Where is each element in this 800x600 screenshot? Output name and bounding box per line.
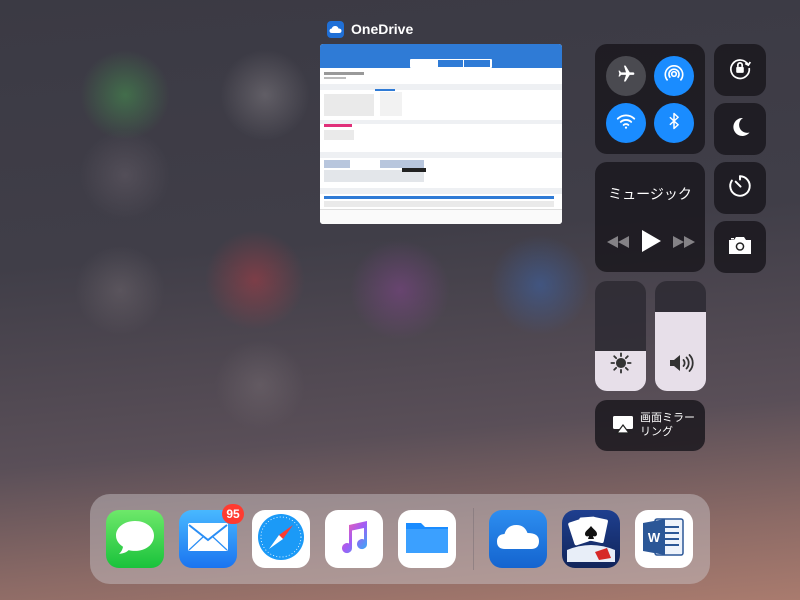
- orientation-lock-button[interactable]: [714, 44, 766, 96]
- dock-app-onedrive[interactable]: [489, 510, 547, 568]
- airplane-icon: [616, 64, 636, 89]
- camera-button[interactable]: [714, 221, 766, 273]
- dock-app-safari[interactable]: [252, 510, 310, 568]
- mail-badge: 95: [222, 504, 244, 524]
- dock-app-music[interactable]: [325, 510, 383, 568]
- next-track-button[interactable]: [673, 235, 695, 253]
- airplane-mode-button[interactable]: [606, 56, 646, 96]
- music-title: ミュージック: [608, 186, 692, 202]
- onedrive-app-snapshot[interactable]: [320, 44, 562, 224]
- dock-app-word[interactable]: W: [635, 510, 693, 568]
- rotation-lock-icon: [727, 55, 753, 86]
- dock-app-solitaire[interactable]: [562, 510, 620, 568]
- snapshot-header: [320, 44, 562, 68]
- airdrop-button[interactable]: [654, 56, 694, 96]
- connectivity-tile: [595, 44, 705, 154]
- timer-icon: [727, 173, 753, 204]
- timer-button[interactable]: [714, 162, 766, 214]
- safari-icon: [256, 512, 306, 567]
- play-button[interactable]: [641, 230, 661, 257]
- dock-app-messages[interactable]: [106, 510, 164, 568]
- airdrop-icon: [663, 63, 685, 90]
- onedrive-icon: [327, 20, 344, 38]
- screen-mirroring-button[interactable]: 画面ミラー リング: [595, 400, 705, 451]
- bluetooth-button[interactable]: [654, 103, 694, 143]
- airplay-icon: [612, 415, 634, 440]
- previous-track-button[interactable]: [607, 235, 629, 253]
- dock: 95 W: [90, 494, 710, 584]
- wifi-button[interactable]: [606, 103, 646, 143]
- moon-icon: [728, 115, 752, 144]
- music-icon: [334, 517, 374, 562]
- do-not-disturb-button[interactable]: [714, 103, 766, 155]
- volume-slider[interactable]: [655, 281, 706, 391]
- app-card-header[interactable]: OneDrive: [327, 19, 413, 39]
- mail-icon: [187, 522, 229, 557]
- svg-text:W: W: [648, 530, 661, 545]
- bluetooth-icon: [665, 111, 683, 136]
- screen-mirroring-label-line2: リング: [640, 426, 673, 438]
- app-card-title: OneDrive: [351, 21, 414, 37]
- camera-icon: [727, 234, 753, 261]
- next-icon: [673, 235, 695, 252]
- files-icon: [404, 519, 450, 560]
- messages-icon: [113, 517, 157, 562]
- music-tile[interactable]: ミュージック: [595, 162, 705, 272]
- snapshot-tabbar: [320, 209, 562, 224]
- speaker-icon: [668, 352, 694, 379]
- dock-app-files[interactable]: [398, 510, 456, 568]
- solitaire-icon: [565, 512, 617, 567]
- screen-mirroring-label: 画面ミラー リング: [640, 411, 710, 439]
- sun-icon: [609, 352, 632, 379]
- brightness-slider[interactable]: [595, 281, 646, 391]
- previous-icon: [607, 235, 629, 252]
- screen-mirroring-label-line1: 画面ミラー: [640, 412, 695, 424]
- onedrive-icon: [495, 523, 541, 556]
- wifi-icon: [615, 110, 637, 137]
- play-icon: [641, 230, 661, 256]
- word-icon: W: [641, 515, 687, 564]
- dock-separator: [473, 508, 474, 570]
